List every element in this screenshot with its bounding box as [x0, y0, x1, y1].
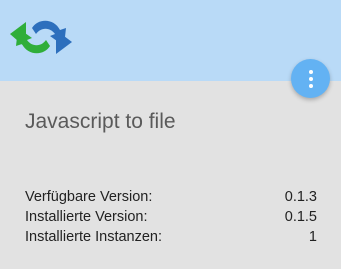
info-row-installed-version: Installierte Version: 0.1.5	[25, 207, 317, 227]
adapter-info: Verfügbare Version: 0.1.3 Installierte V…	[25, 187, 317, 247]
info-value: 1	[308, 229, 317, 245]
adapter-title: Javascript to file	[25, 110, 176, 133]
card-header	[0, 0, 341, 81]
info-row-installed-instances: Installierte Instanzen: 1	[25, 227, 317, 247]
adapter-card: Javascript to file Verfügbare Version: 0…	[0, 0, 341, 269]
info-label: Verfügbare Version:	[25, 189, 153, 205]
more-options-button[interactable]	[291, 59, 330, 98]
info-label: Installierte Version:	[25, 209, 148, 225]
more-vertical-icon	[308, 83, 313, 88]
info-value: 0.1.3	[284, 189, 317, 205]
refresh-arrows-icon	[10, 20, 72, 54]
info-label: Installierte Instanzen:	[25, 229, 163, 245]
more-vertical-icon	[308, 69, 313, 74]
info-row-available-version: Verfügbare Version: 0.1.3	[25, 187, 317, 207]
more-vertical-icon	[308, 76, 313, 81]
info-value: 0.1.5	[284, 209, 317, 225]
